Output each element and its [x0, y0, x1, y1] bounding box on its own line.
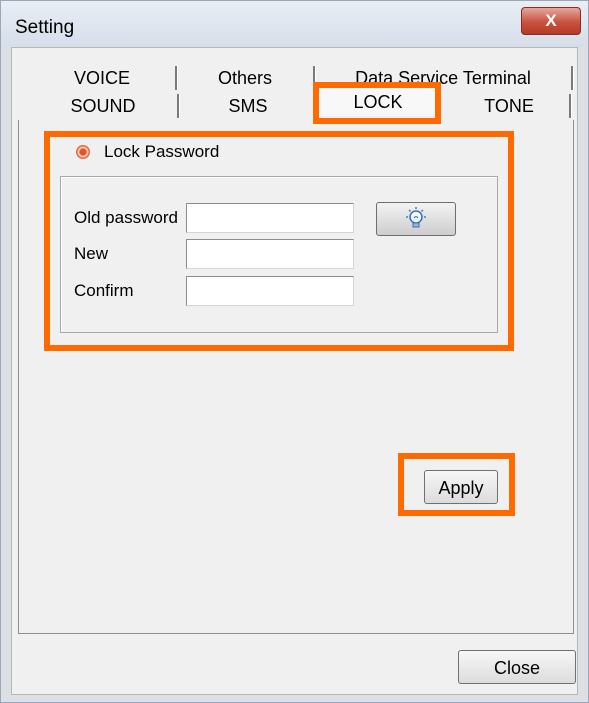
window-close-button[interactable]: X: [521, 7, 581, 35]
window-title: Setting: [15, 17, 75, 38]
close-icon: X: [545, 11, 557, 30]
tab-others[interactable]: Others: [176, 64, 316, 92]
tab-sms-label: SMS: [228, 96, 268, 116]
tab-voice[interactable]: VOICE: [28, 64, 178, 92]
tab-sound[interactable]: SOUND: [28, 92, 180, 120]
lock-tab-highlight: [313, 82, 441, 124]
tab-sound-label: SOUND: [70, 96, 136, 116]
tab-sms[interactable]: SMS: [178, 92, 320, 120]
tab-tone-label: TONE: [484, 96, 534, 116]
lock-password-highlight: [44, 131, 514, 351]
tab-others-label: Others: [217, 68, 273, 88]
tab-tone[interactable]: TONE: [446, 92, 572, 120]
tab-voice-label: VOICE: [73, 68, 130, 88]
apply-highlight: [398, 453, 515, 516]
close-button[interactable]: Close: [458, 650, 576, 684]
title-bar[interactable]: Setting: [1, 1, 588, 47]
